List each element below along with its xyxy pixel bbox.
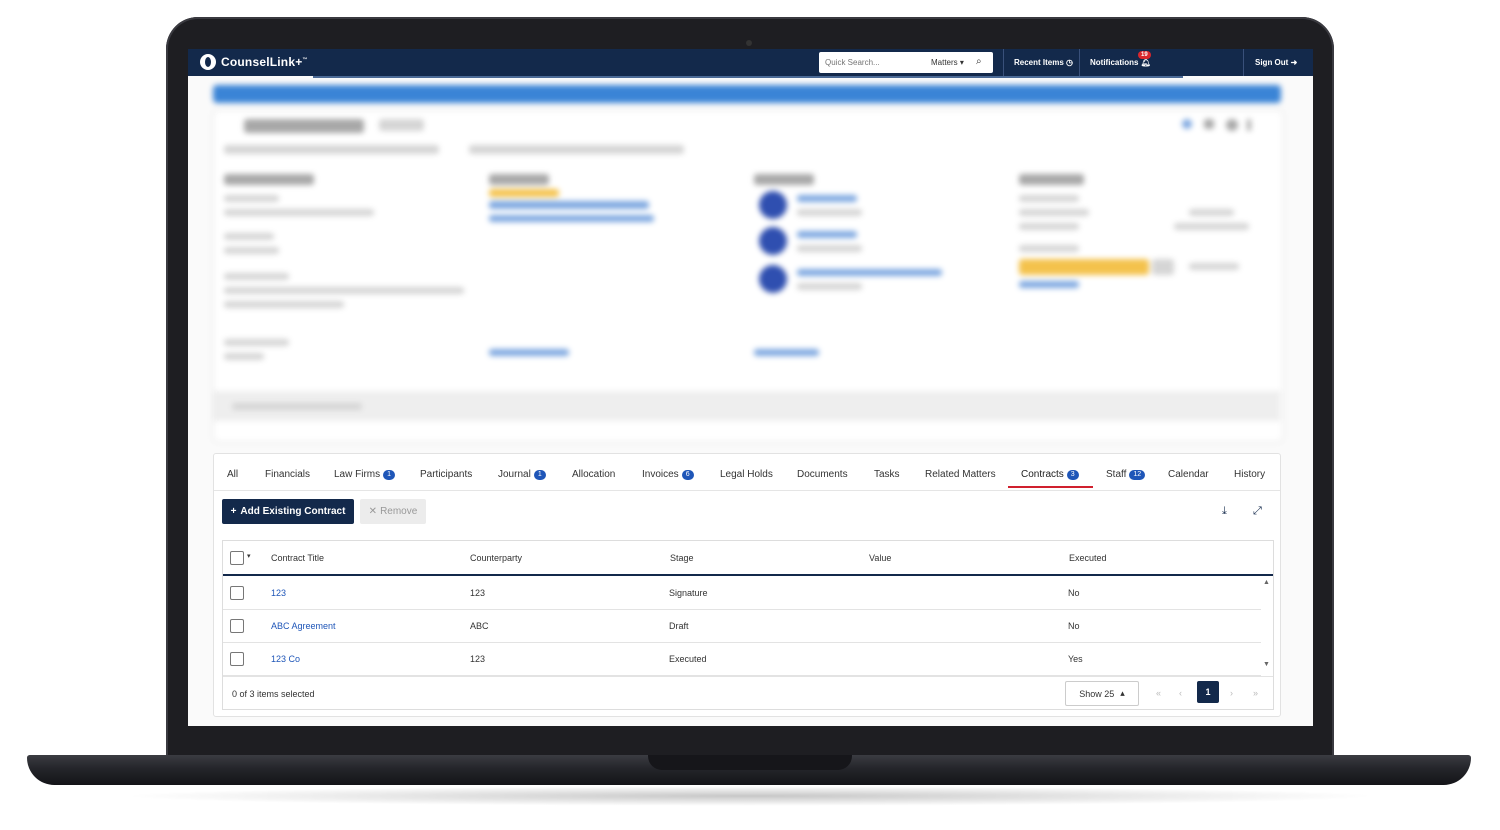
scroll-up-arrow-icon[interactable]: ▲	[1263, 579, 1270, 586]
clock-icon: ◷	[1066, 58, 1074, 67]
tab-calendar[interactable]: Calendar	[1168, 469, 1209, 480]
laptop-shadow	[120, 786, 1380, 806]
plus-icon: +	[230, 506, 237, 517]
stage-cell: Draft	[669, 621, 689, 631]
grid-header: ▾ Contract Title Counterparty Stage Valu…	[223, 541, 1273, 576]
contracts-grid: ▾ Contract Title Counterparty Stage Valu…	[222, 540, 1274, 710]
notifications-count-badge: 19	[1138, 51, 1151, 59]
camera	[746, 40, 752, 46]
laptop-notch	[648, 755, 852, 770]
divider	[1079, 49, 1080, 76]
chevron-down-icon[interactable]: ▾	[247, 552, 251, 560]
column-header-stage[interactable]: Stage	[670, 553, 694, 563]
tab-all[interactable]: All	[227, 469, 238, 480]
counterparty-cell: ABC	[470, 621, 489, 631]
remove-button[interactable]: ✕ Remove	[360, 499, 426, 524]
first-page-icon[interactable]: «	[1156, 688, 1161, 698]
row-checkbox[interactable]	[230, 586, 244, 600]
search-scope-select[interactable]: Matters ▾	[931, 58, 964, 67]
column-header-contract-title[interactable]: Contract Title	[271, 553, 324, 563]
stage-cell: Executed	[669, 654, 707, 664]
caret-up-icon: ▴	[1120, 688, 1125, 698]
sign-out-icon: ➜	[1290, 58, 1298, 67]
executed-cell: Yes	[1068, 654, 1083, 664]
tab-contracts[interactable]: Contracts 3	[1021, 469, 1079, 480]
matter-summary-card	[213, 110, 1283, 442]
contract-title-link[interactable]: ABC Agreement	[271, 621, 336, 631]
subbar-accent	[313, 76, 1183, 78]
grid-footer: 0 of 3 items selected Show 25 ▴ « ‹ 1 › »	[223, 676, 1273, 710]
executed-cell: No	[1068, 588, 1080, 598]
chevron-down-icon: ▾	[959, 58, 964, 67]
counsellink-logo-icon	[200, 54, 216, 70]
tab-law-firms[interactable]: Law Firms 1	[334, 469, 396, 480]
table-row: ABC Agreement ABC Draft No	[223, 609, 1261, 643]
current-page-button[interactable]: 1	[1197, 681, 1219, 703]
tab-count-badge: 12	[1129, 469, 1146, 480]
scroll-down-arrow-icon[interactable]: ▼	[1263, 661, 1270, 668]
matter-tabs-panel: All Financials Law Firms 1 Participants J…	[213, 453, 1281, 717]
counterparty-cell: 123	[470, 588, 486, 598]
blurred-matter-details	[213, 85, 1283, 442]
tab-allocation[interactable]: Allocation	[572, 469, 615, 480]
quick-search: Matters ▾ ⌕	[819, 52, 993, 73]
previous-page-icon[interactable]: ‹	[1179, 688, 1182, 698]
tab-participants[interactable]: Participants	[420, 469, 472, 480]
search-icon[interactable]: ⌕	[976, 56, 982, 67]
tab-count-badge: 1	[383, 469, 396, 480]
executed-cell: No	[1068, 621, 1080, 631]
tab-documents[interactable]: Documents	[797, 469, 848, 480]
top-navigation-bar: CounselLink+™ Matters ▾ ⌕ Recent Items ◷…	[188, 49, 1313, 76]
next-page-icon[interactable]: ›	[1230, 688, 1233, 698]
stage-cell: Signature	[669, 588, 708, 598]
notifications-link[interactable]: Notifications 🔔︎	[1090, 58, 1151, 67]
tab-legal-holds[interactable]: Legal Holds	[720, 469, 773, 480]
active-tab-indicator	[1008, 486, 1093, 488]
tab-staff[interactable]: Staff 12	[1106, 469, 1146, 480]
column-header-value[interactable]: Value	[869, 553, 891, 563]
page-size-select[interactable]: Show 25 ▴	[1065, 681, 1139, 706]
add-existing-contract-button[interactable]: + Add Existing Contract	[222, 499, 354, 524]
tab-invoices[interactable]: Invoices 6	[642, 469, 694, 480]
contract-title-link[interactable]: 123 Co	[271, 654, 300, 664]
tab-bar: All Financials Law Firms 1 Participants J…	[214, 454, 1280, 491]
tab-financials[interactable]: Financials	[265, 469, 310, 480]
screen: CounselLink+™ Matters ▾ ⌕ Recent Items ◷…	[188, 49, 1313, 726]
tab-tasks[interactable]: Tasks	[874, 469, 900, 480]
tab-count-badge: 6	[681, 469, 694, 480]
table-row: 123 Co 123 Executed Yes	[223, 642, 1261, 676]
quick-search-input[interactable]	[825, 52, 921, 73]
tab-history[interactable]: History	[1234, 469, 1265, 480]
tab-journal[interactable]: Journal 1	[498, 469, 546, 480]
table-row: 123 123 Signature No	[223, 576, 1261, 610]
divider	[1243, 49, 1244, 76]
matter-type-banner	[213, 85, 1281, 103]
select-all-checkbox[interactable]	[230, 551, 244, 565]
selection-count: 0 of 3 items selected	[232, 689, 315, 699]
tab-related-matters[interactable]: Related Matters	[925, 469, 996, 480]
tab-count-badge: 1	[533, 469, 546, 480]
expand-icon[interactable]: ⤢	[1253, 505, 1262, 518]
row-checkbox[interactable]	[230, 652, 244, 666]
column-header-counterparty[interactable]: Counterparty	[470, 553, 522, 563]
close-icon: ✕	[368, 506, 378, 517]
contract-title-link[interactable]: 123	[271, 588, 286, 598]
sign-out-link[interactable]: Sign Out ➜	[1255, 58, 1297, 67]
download-icon[interactable]: ⤓	[1222, 505, 1227, 518]
brand[interactable]: CounselLink+™	[200, 54, 308, 70]
recent-items-link[interactable]: Recent Items ◷	[1014, 58, 1073, 67]
counterparty-cell: 123	[470, 654, 486, 664]
last-page-icon[interactable]: »	[1253, 688, 1258, 698]
bell-icon: 🔔︎	[1140, 58, 1151, 67]
tab-count-badge: 3	[1066, 469, 1079, 480]
row-checkbox[interactable]	[230, 619, 244, 633]
brand-name: CounselLink+™	[221, 55, 308, 69]
column-header-executed[interactable]: Executed	[1069, 553, 1107, 563]
divider	[1003, 49, 1004, 76]
